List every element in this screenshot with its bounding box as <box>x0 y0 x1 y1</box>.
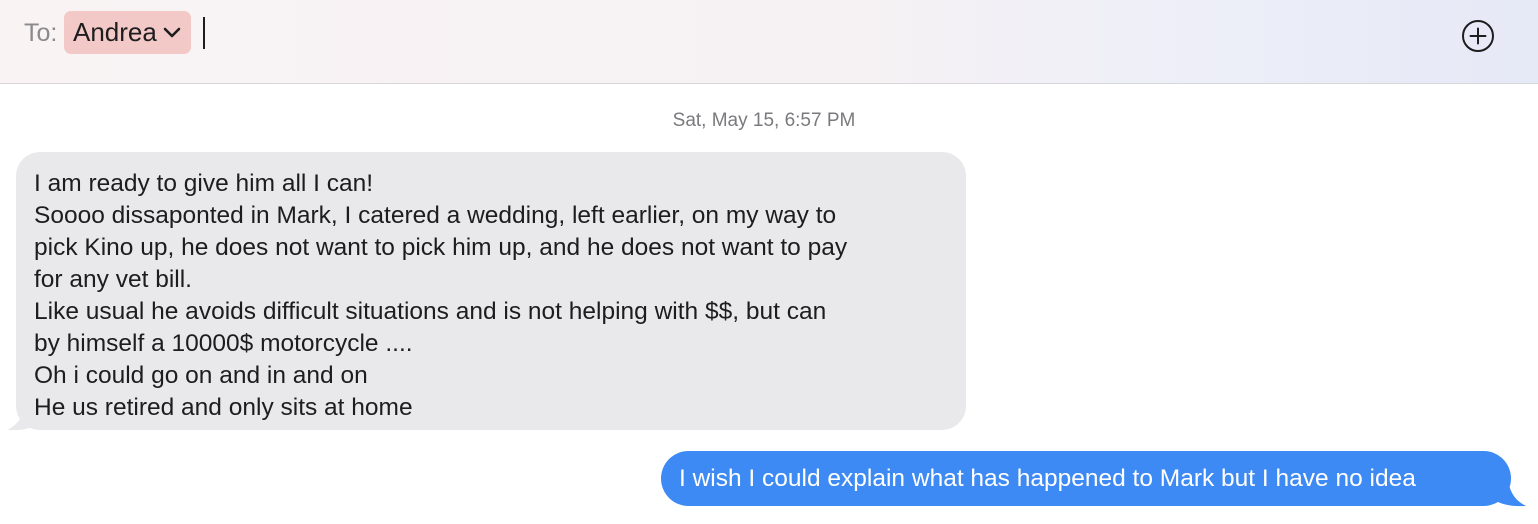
message-line: Like usual he avoids difficult situation… <box>34 298 827 325</box>
incoming-message-bubble[interactable]: I am ready to give him all I can! Soooo … <box>16 152 966 430</box>
message-line: Soooo dissaponted in Mark, I catered a w… <box>34 202 837 229</box>
chevron-down-icon <box>162 26 182 40</box>
to-label: To: <box>24 19 58 47</box>
message-line: by himself a 10000$ motorcycle .... <box>34 330 413 357</box>
message-line: pick Kino up, he does not want to pick h… <box>34 234 848 261</box>
message-line: I am ready to give him all I can! <box>34 170 374 197</box>
outgoing-message-bubble[interactable]: I wish I could explain what has happened… <box>661 451 1511 506</box>
outgoing-message-text: I wish I could explain what has happened… <box>679 464 1416 492</box>
recipient-name: Andrea <box>73 17 157 47</box>
message-line: Oh i could go on and in and on <box>34 362 368 389</box>
message-line: He us retired and only sits at home <box>34 394 413 421</box>
message-line: for any vet bill. <box>34 266 192 293</box>
message-timestamp: Sat, May 15, 6:57 PM <box>672 110 856 131</box>
compose-header: To: Andrea <box>0 0 1538 84</box>
text-cursor[interactable] <box>203 17 205 49</box>
recipient-chip[interactable]: Andrea <box>64 11 191 54</box>
plus-circle-icon[interactable] <box>1461 19 1495 53</box>
